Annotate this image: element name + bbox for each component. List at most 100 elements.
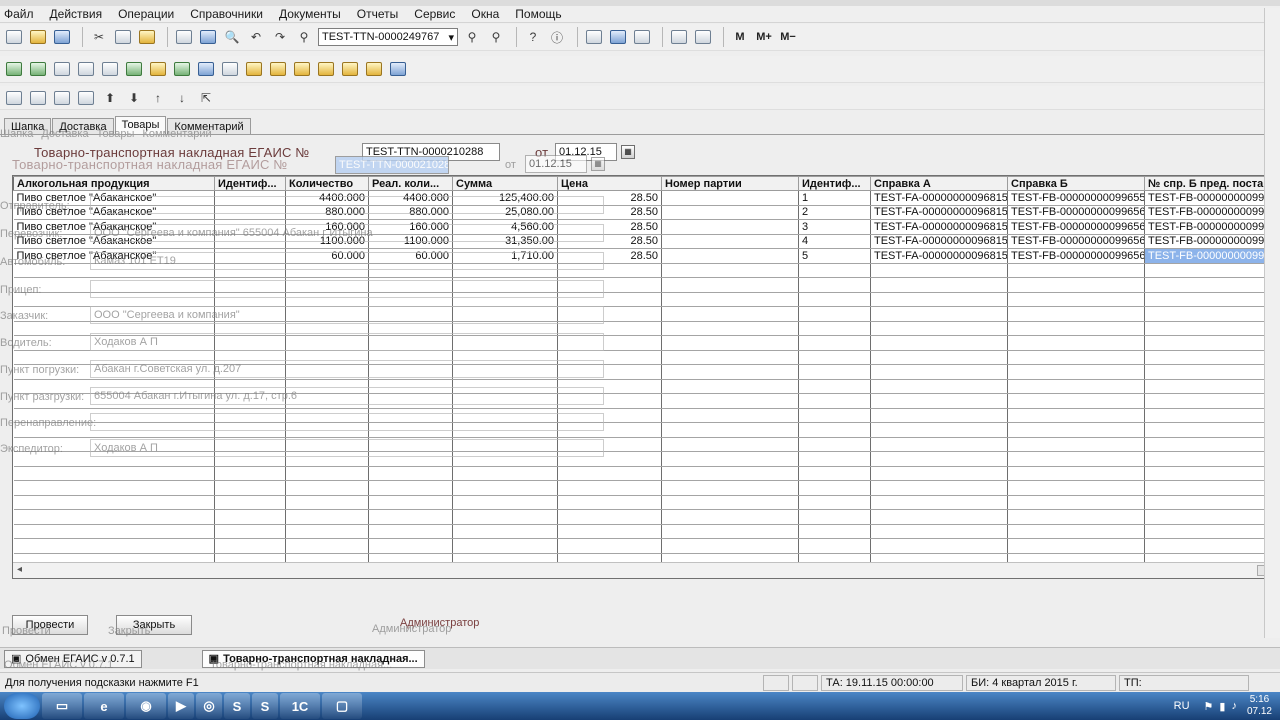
- calculator-icon[interactable]: [584, 27, 604, 47]
- redo-icon[interactable]: ↷: [270, 27, 290, 47]
- cell-batch[interactable]: [661, 219, 799, 235]
- find-icon[interactable]: 🔍: [222, 27, 242, 47]
- clipboard-icon[interactable]: [632, 27, 652, 47]
- menu-file[interactable]: Файл: [4, 7, 34, 21]
- cell-ident2[interactable]: 1: [798, 190, 871, 206]
- menu-references[interactable]: Справочники: [190, 7, 263, 21]
- menu-operations[interactable]: Операции: [118, 7, 174, 21]
- tray-network-icon[interactable]: ▮: [1219, 700, 1225, 713]
- document-number-combo[interactable]: TEST-TTN-0000249767 ▾: [318, 28, 458, 46]
- start-button-icon[interactable]: [4, 693, 40, 719]
- key-icon[interactable]: [292, 59, 312, 79]
- menu-help[interactable]: Помощь: [515, 7, 561, 21]
- col-ref-b[interactable]: Справка Б: [1007, 176, 1145, 191]
- truck-icon[interactable]: [148, 59, 168, 79]
- open-folder-icon[interactable]: [28, 27, 48, 47]
- outgoing-doc-icon[interactable]: [52, 59, 72, 79]
- book-icon[interactable]: [669, 27, 689, 47]
- bank-icon[interactable]: [196, 59, 216, 79]
- ie-browser-icon[interactable]: e: [84, 693, 124, 719]
- help-icon[interactable]: ?: [523, 27, 543, 47]
- incoming-doc-icon[interactable]: [28, 59, 48, 79]
- tray-clock[interactable]: 5:16 07.12: [1247, 694, 1272, 718]
- player-icon[interactable]: ◎: [196, 693, 222, 719]
- exchange-icon[interactable]: [268, 59, 288, 79]
- account-icon[interactable]: [100, 59, 120, 79]
- add-row-icon[interactable]: [4, 88, 24, 108]
- close-period-icon[interactable]: [364, 59, 384, 79]
- menu-reports[interactable]: Отчеты: [357, 7, 398, 21]
- cell-batch[interactable]: [661, 190, 799, 206]
- memory-minus-button[interactable]: M−: [778, 27, 798, 47]
- chevron-down-icon[interactable]: ▾: [448, 31, 454, 44]
- binoculars-icon[interactable]: ⚲: [294, 27, 314, 47]
- horizontal-scrollbar[interactable]: ◂: [13, 562, 1273, 578]
- tray-volume-icon[interactable]: ♪: [1231, 700, 1237, 712]
- cell-prev-b[interactable]: TEST-FB-000000000996559: [1144, 190, 1273, 206]
- arrow-down-icon[interactable]: ⬇: [124, 88, 144, 108]
- cell-ref-a[interactable]: TEST-FA-000000000968154: [870, 190, 1008, 206]
- cell-ident2[interactable]: 2: [798, 205, 871, 220]
- report-icon[interactable]: [220, 59, 240, 79]
- tools-icon[interactable]: [340, 59, 360, 79]
- warehouse-icon[interactable]: [124, 59, 144, 79]
- search-next-icon[interactable]: ⚲: [462, 27, 482, 47]
- arrow-up-icon[interactable]: ⬆: [100, 88, 120, 108]
- skype-icon[interactable]: S: [252, 693, 278, 719]
- col-ident[interactable]: Идентиф...: [214, 176, 286, 191]
- graph-icon[interactable]: [388, 59, 408, 79]
- settings-icon[interactable]: [244, 59, 264, 79]
- paste-icon[interactable]: [137, 27, 157, 47]
- cell-ident2[interactable]: 4: [798, 234, 871, 249]
- copy-row-icon[interactable]: [28, 88, 48, 108]
- cell-batch[interactable]: [661, 234, 799, 249]
- skype-icon[interactable]: S: [224, 693, 250, 719]
- explorer-icon[interactable]: ▭: [42, 693, 82, 719]
- cell-ref-b[interactable]: TEST-FB-000000000996560: [1007, 205, 1145, 220]
- search-prev-icon[interactable]: ⚲: [486, 27, 506, 47]
- media-player-icon[interactable]: ▶: [168, 693, 194, 719]
- menu-windows[interactable]: Окна: [471, 7, 499, 21]
- journal-icon[interactable]: [4, 59, 24, 79]
- sort-ascending-icon[interactable]: ↑: [148, 88, 168, 108]
- col-ident2[interactable]: Идентиф...: [798, 176, 871, 191]
- save-icon[interactable]: [52, 27, 72, 47]
- memory-button[interactable]: M: [730, 27, 750, 47]
- vertical-scrollbar[interactable]: [1264, 8, 1280, 638]
- col-sum[interactable]: Сумма: [452, 176, 558, 191]
- memory-plus-button[interactable]: M+: [754, 27, 774, 47]
- menu-actions[interactable]: Действия: [50, 7, 103, 21]
- tray-lang[interactable]: RU: [1174, 700, 1190, 712]
- edit-row-icon[interactable]: [52, 88, 72, 108]
- calendar-icon[interactable]: [608, 27, 628, 47]
- 1c-app-icon[interactable]: 1С: [280, 693, 320, 719]
- cell-ref-a[interactable]: TEST-FA-000000000968157: [870, 234, 1008, 249]
- cell-ref-b[interactable]: TEST-FB-000000000996562: [1007, 234, 1145, 249]
- preview-icon[interactable]: [198, 27, 218, 47]
- cell-batch[interactable]: [661, 205, 799, 220]
- cell-ref-b[interactable]: TEST-FB-000000000996561: [1007, 219, 1145, 235]
- firefox-icon[interactable]: ◉: [126, 693, 166, 719]
- col-ref-a[interactable]: Справка А: [870, 176, 1008, 191]
- cell-prev-b[interactable]: TEST-FB-000000000996561: [1144, 219, 1273, 235]
- select-icon[interactable]: ⇱: [196, 88, 216, 108]
- calendar-button-icon[interactable]: ▦: [621, 145, 635, 159]
- window-icon[interactable]: ▢: [322, 693, 362, 719]
- col-real-quantity[interactable]: Реал. коли...: [368, 176, 453, 191]
- cell-ident2[interactable]: 3: [798, 219, 871, 235]
- scroll-left-icon[interactable]: ◂: [17, 564, 22, 575]
- cell-prev-b[interactable]: TEST-FB-000000000996563: [1144, 248, 1273, 264]
- col-prev-ref-b[interactable]: № спр. Б пред. поста...: [1144, 176, 1273, 191]
- cell-prev-b[interactable]: TEST-FB-000000000996562: [1144, 234, 1273, 249]
- invoice-icon[interactable]: [76, 59, 96, 79]
- cell-ref-b[interactable]: TEST-FB-000000000996563: [1007, 248, 1145, 264]
- cell-ref-a[interactable]: TEST-FA-000000000968156: [870, 219, 1008, 235]
- archive-icon[interactable]: [316, 59, 336, 79]
- col-price[interactable]: Цена: [557, 176, 662, 191]
- cell-prev-b[interactable]: TEST-FB-000000000996560: [1144, 205, 1273, 220]
- print-icon[interactable]: [174, 27, 194, 47]
- info-icon[interactable]: ⓘ: [547, 27, 567, 47]
- cash-icon[interactable]: [172, 59, 192, 79]
- tray-flag-icon[interactable]: ⚑: [1204, 700, 1214, 713]
- undo-icon[interactable]: ↶: [246, 27, 266, 47]
